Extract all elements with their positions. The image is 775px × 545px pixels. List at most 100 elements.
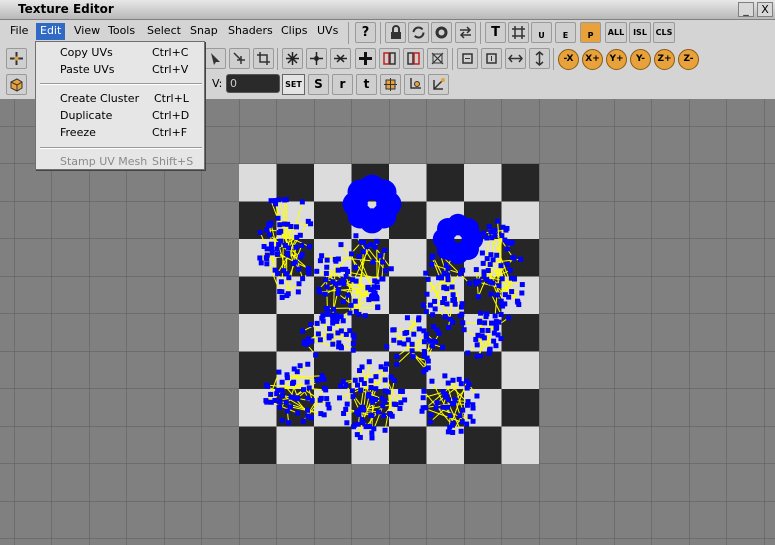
uv-point[interactable]: [264, 227, 270, 233]
translate-button[interactable]: t: [356, 74, 377, 95]
uv-point[interactable]: [486, 223, 492, 229]
uv-point[interactable]: [382, 366, 388, 372]
align-u-icon[interactable]: [379, 48, 400, 69]
uv-point[interactable]: [494, 252, 500, 258]
uv-point[interactable]: [373, 294, 379, 300]
uv-point[interactable]: [293, 244, 299, 250]
uv-point[interactable]: [478, 310, 484, 316]
uv-point[interactable]: [488, 252, 494, 258]
uv-point[interactable]: [344, 420, 350, 426]
uv-point[interactable]: [465, 350, 471, 356]
refresh-icon[interactable]: [408, 22, 429, 43]
uv-point[interactable]: [442, 373, 448, 379]
uv-point[interactable]: [485, 268, 491, 274]
menu-shaders[interactable]: Shaders: [224, 23, 277, 40]
uv-point[interactable]: [461, 327, 467, 333]
uv-point[interactable]: [280, 393, 286, 399]
uv-point[interactable]: [504, 261, 510, 267]
uv-point[interactable]: [458, 381, 464, 387]
uv-point[interactable]: [464, 378, 470, 384]
uv-point[interactable]: [317, 258, 323, 264]
uv-point[interactable]: [277, 404, 283, 410]
uv-point[interactable]: [459, 419, 465, 425]
uv-point[interactable]: [340, 277, 346, 283]
uv-point[interactable]: [510, 255, 516, 261]
uv-point[interactable]: [359, 417, 365, 423]
uv-point[interactable]: [296, 281, 302, 287]
uv-point[interactable]: [338, 345, 344, 351]
uv-point[interactable]: [277, 222, 283, 228]
axis-plus-y-button[interactable]: Y+: [606, 49, 627, 70]
menu-view[interactable]: View: [70, 23, 104, 40]
uv-point[interactable]: [483, 314, 489, 320]
uv-point[interactable]: [421, 339, 427, 345]
uv-point[interactable]: [332, 256, 338, 262]
uv-point[interactable]: [364, 244, 370, 250]
uv-point[interactable]: [305, 407, 311, 413]
uv-point[interactable]: [351, 334, 357, 340]
uv-point[interactable]: [474, 353, 480, 359]
uv-point[interactable]: [419, 408, 425, 414]
uv-point[interactable]: [430, 324, 436, 330]
uv-point[interactable]: [277, 398, 283, 404]
uv-point[interactable]: [394, 361, 400, 367]
uv-point[interactable]: [295, 289, 301, 295]
uv-point[interactable]: [304, 379, 310, 385]
uv-point[interactable]: [388, 374, 394, 380]
uv-point[interactable]: [383, 361, 389, 367]
uv-point[interactable]: [423, 309, 429, 315]
menu-select[interactable]: Select: [143, 23, 185, 40]
uv-point[interactable]: [489, 235, 495, 241]
uv-point[interactable]: [361, 380, 367, 386]
uv-point[interactable]: [306, 385, 312, 391]
rotate-right-icon[interactable]: [481, 48, 502, 69]
uv-point[interactable]: [372, 278, 378, 284]
uv-point[interactable]: [276, 369, 282, 375]
uv-point[interactable]: [391, 337, 397, 343]
uv-dense-cluster[interactable]: [457, 218, 479, 240]
uv-point[interactable]: [488, 229, 494, 235]
uv-point[interactable]: [279, 289, 285, 295]
uv-point[interactable]: [373, 374, 379, 380]
uv-point[interactable]: [352, 298, 358, 304]
uv-point[interactable]: [481, 269, 487, 275]
uv-point[interactable]: [506, 294, 512, 300]
uv-point[interactable]: [416, 326, 422, 332]
uv-point[interactable]: [318, 411, 324, 417]
uv-point[interactable]: [379, 276, 385, 282]
uv-point[interactable]: [347, 310, 353, 316]
uv-point[interactable]: [304, 341, 310, 347]
uv-point[interactable]: [439, 275, 445, 281]
uv-point[interactable]: [263, 398, 269, 404]
uv-point[interactable]: [445, 277, 451, 283]
uv-point[interactable]: [318, 376, 324, 382]
uv-point[interactable]: [368, 378, 374, 384]
uv-point[interactable]: [291, 379, 297, 385]
uv-point[interactable]: [279, 294, 285, 300]
set-button[interactable]: SET: [282, 74, 305, 95]
axis-plus-z-button[interactable]: Z+: [654, 49, 675, 70]
uv-point[interactable]: [330, 341, 336, 347]
uv-point[interactable]: [363, 424, 369, 430]
swap-icon[interactable]: [455, 22, 476, 43]
uv-point[interactable]: [507, 267, 513, 273]
uv-point[interactable]: [352, 377, 358, 383]
uv-point[interactable]: [292, 395, 298, 401]
uv-point[interactable]: [347, 328, 353, 334]
uv-point[interactable]: [257, 255, 263, 261]
uv-point[interactable]: [499, 276, 505, 282]
uv-point[interactable]: [493, 325, 499, 331]
unfold-icon[interactable]: [427, 48, 448, 69]
uv-point[interactable]: [338, 383, 344, 389]
menu-tools[interactable]: Tools: [104, 23, 139, 40]
menu-item-freeze[interactable]: Freeze Ctrl+F: [36, 124, 204, 141]
uv-point[interactable]: [429, 378, 435, 384]
uv-point[interactable]: [492, 313, 498, 319]
uv-point[interactable]: [355, 421, 361, 427]
uv-point[interactable]: [325, 401, 331, 407]
uv-point[interactable]: [301, 387, 307, 393]
uv-point[interactable]: [433, 405, 439, 411]
align-v-icon[interactable]: [403, 48, 424, 69]
uv-point[interactable]: [308, 415, 314, 421]
uv-point[interactable]: [288, 404, 294, 410]
